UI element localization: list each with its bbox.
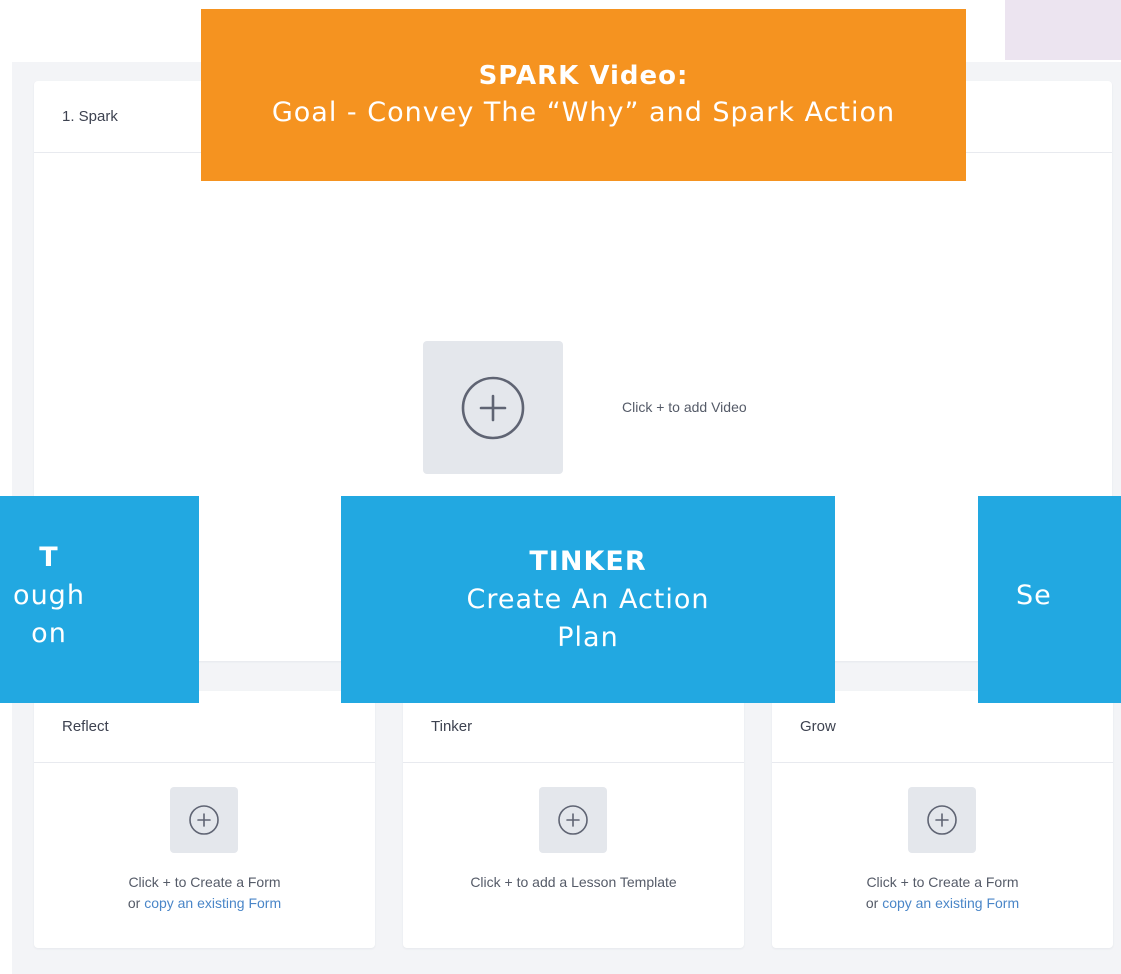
tinker-banner: TINKER Create An Action Plan <box>341 496 835 703</box>
note-or: or <box>865 895 883 911</box>
grow-banner-line: Se <box>1016 580 1052 611</box>
add-lesson-template-button[interactable] <box>539 787 607 853</box>
reflect-banner-title: T <box>39 542 59 573</box>
reflect-banner-text: T ough on <box>0 539 199 653</box>
add-video-hint: Click + to add Video <box>622 399 747 415</box>
plus-circle-icon <box>558 805 588 835</box>
spark-banner: SPARK Video: Goal - Convey The “Why” and… <box>201 9 966 181</box>
grow-card: Grow Click + to Create a Form or copy an… <box>772 691 1113 948</box>
note-line: or copy an existing Form <box>772 893 1113 914</box>
corner-tab <box>1005 0 1121 60</box>
create-form-button[interactable] <box>170 787 238 853</box>
add-video-button[interactable] <box>423 341 563 474</box>
create-form-button[interactable] <box>908 787 976 853</box>
note-or: or <box>127 895 145 911</box>
grow-banner: Se <box>978 496 1121 703</box>
plus-circle-icon <box>189 805 219 835</box>
note-line: or copy an existing Form <box>34 893 375 914</box>
grow-banner-clip: Se <box>978 496 1121 703</box>
reflect-card-note: Click + to Create a Form or copy an exis… <box>34 872 375 914</box>
plus-circle-icon <box>461 376 525 439</box>
copy-existing-form-link[interactable]: copy an existing Form <box>144 895 281 911</box>
reflect-card: Reflect Click + to Create a Form or copy… <box>34 691 375 948</box>
tinker-card-note: Click + to add a Lesson Template <box>403 872 744 893</box>
grow-card-note: Click + to Create a Form or copy an exis… <box>772 872 1113 914</box>
tinker-banner-line: Create An Action <box>466 583 710 615</box>
reflect-banner-line: on <box>31 618 67 649</box>
note-line: Click + to add a Lesson Template <box>470 874 677 890</box>
reflect-banner: T ough on <box>0 496 199 703</box>
tinker-card: Tinker Click + to add a Lesson Template <box>403 691 744 948</box>
spark-banner-subtitle: Goal - Convey The “Why” and Spark Action <box>271 97 896 128</box>
plus-circle-icon <box>927 805 957 835</box>
note-line: Click + to Create a Form <box>128 874 281 890</box>
reflect-banner-clip: T ough on <box>0 496 199 703</box>
note-line: Click + to Create a Form <box>866 874 1019 890</box>
copy-existing-form-link[interactable]: copy an existing Form <box>882 895 1019 911</box>
tinker-banner-line: Plan <box>557 621 619 653</box>
tinker-banner-title: TINKER <box>529 545 647 577</box>
spark-banner-title: SPARK Video: <box>478 61 689 91</box>
reflect-banner-line: ough <box>13 580 85 611</box>
